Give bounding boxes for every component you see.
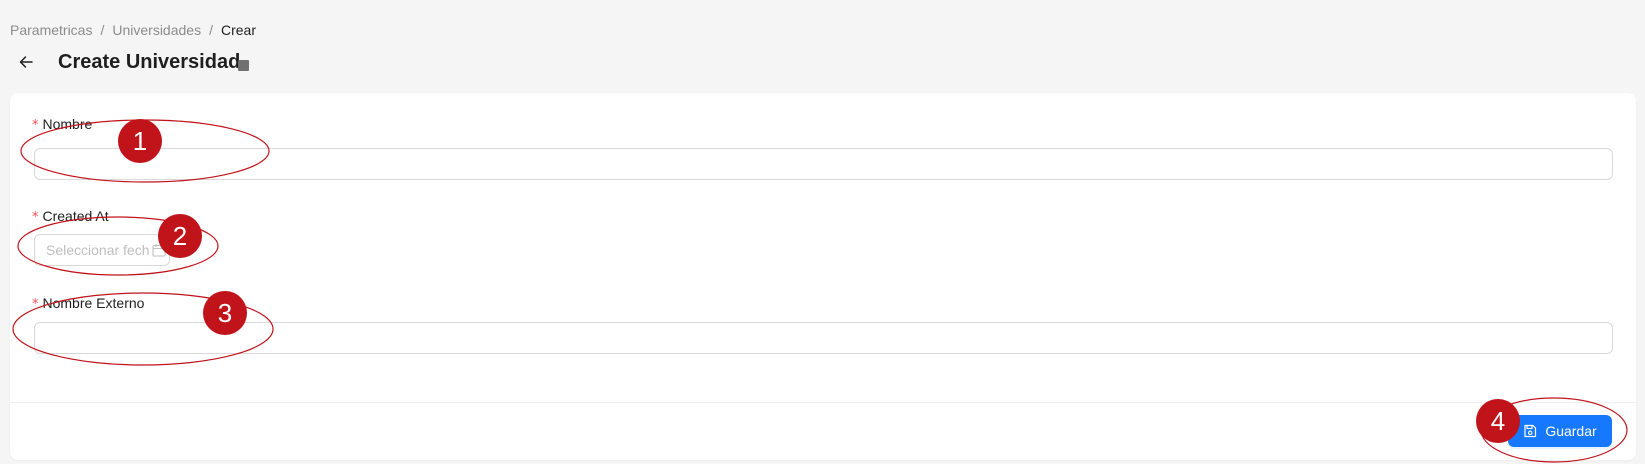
back-button[interactable]: [14, 50, 38, 74]
nombre-input[interactable]: [34, 148, 1613, 180]
annotation-badge-4: 4: [1476, 399, 1520, 443]
required-mark: *: [32, 210, 39, 225]
required-mark: *: [32, 297, 39, 312]
nombre-externo-label-text: Nombre Externo: [42, 295, 145, 311]
created-at-datepicker[interactable]: [34, 234, 170, 266]
created-at-input[interactable]: [46, 242, 150, 258]
nombre-externo-input[interactable]: [34, 322, 1613, 354]
breadcrumb-item-crear: Crear: [220, 22, 256, 38]
nombre-externo-label: * Nombre Externo: [32, 294, 144, 314]
breadcrumb-separator: /: [209, 22, 213, 38]
nombre-label-text: Nombre: [42, 116, 93, 132]
breadcrumb: Parametricas / Universidades / Crear: [10, 21, 256, 39]
breadcrumb-separator: /: [100, 22, 105, 38]
annotation-badge-3: 3: [203, 291, 247, 335]
created-at-label: * Created At: [32, 207, 109, 227]
page-title: Create Universidad: [58, 50, 241, 73]
form-card: *Nombre *Created At *Nombre Externo: [10, 93, 1636, 460]
footer-divider: [10, 402, 1636, 403]
save-button-label: Guardar: [1545, 423, 1597, 439]
cursor-marker: [238, 59, 250, 71]
save-button[interactable]: Guardar: [1508, 415, 1612, 447]
breadcrumb-item-universidades[interactable]: Universidades: [112, 21, 201, 39]
annotation-badge-1: 1: [118, 119, 162, 163]
arrow-left-icon: [19, 56, 33, 68]
created-at-label-text: Created At: [42, 208, 109, 224]
save-icon: [1523, 424, 1537, 438]
required-mark: *: [32, 118, 39, 133]
page: Parametricas / Universidades / Crear Cre…: [0, 0, 1645, 464]
annotation-badge-2: 2: [158, 214, 202, 258]
page-header: Create Universidad: [14, 46, 250, 78]
breadcrumb-item-parametricas[interactable]: Parametricas: [10, 21, 92, 39]
nombre-label: * Nombre: [32, 115, 92, 135]
